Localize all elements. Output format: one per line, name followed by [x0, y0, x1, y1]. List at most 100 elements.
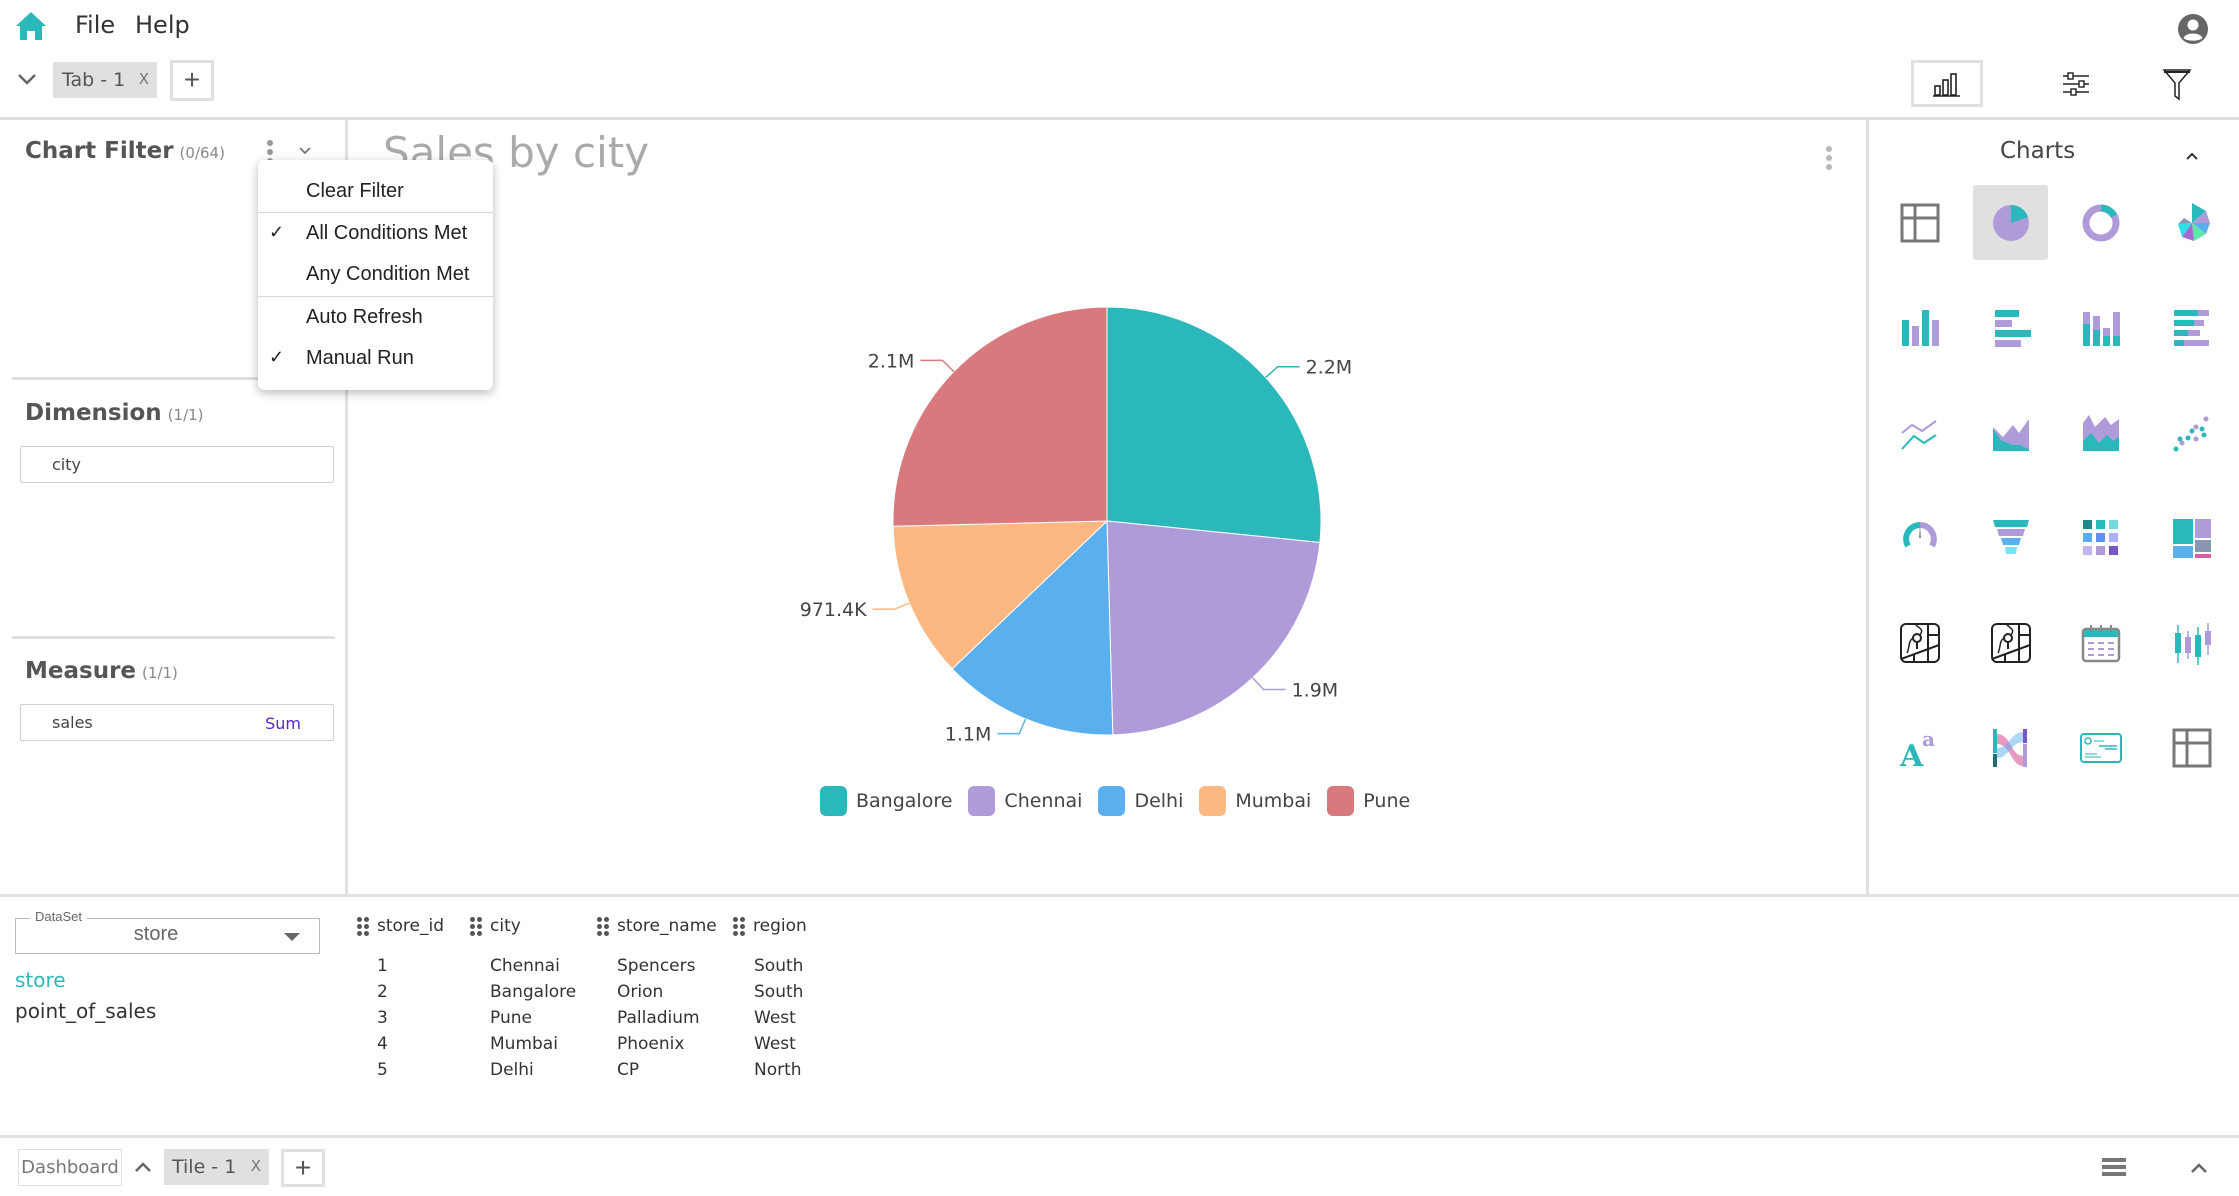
chart-type-card[interactable]: [2063, 710, 2138, 785]
dataset-table-store[interactable]: store: [15, 968, 66, 992]
pie-slice-pune[interactable]: [892, 306, 1108, 527]
chart-type-stacked-bar[interactable]: [2063, 290, 2138, 365]
charts-collapse-chevron-icon[interactable]: [2185, 148, 2199, 166]
chart-filter-title: Chart Filter (0/64): [25, 138, 225, 164]
candlestick-chart-icon: [2174, 622, 2211, 665]
user-avatar-icon[interactable]: [2177, 13, 2209, 45]
chart-type-stacked-area[interactable]: [2063, 395, 2138, 470]
pie-data-label: 2.2M: [1306, 357, 1353, 379]
chart-type-calendar[interactable]: [2063, 605, 2138, 680]
tab-close-button[interactable]: X: [139, 70, 149, 88]
legend-item-mumbai[interactable]: Mumbai: [1199, 786, 1311, 816]
menu-help[interactable]: Help: [135, 11, 190, 39]
dimension-measure-divider: [12, 636, 335, 639]
chart-type-candlestick[interactable]: [2154, 605, 2229, 680]
table-cell: 4: [377, 1034, 388, 1054]
legend-item-pune[interactable]: Pune: [1327, 786, 1410, 816]
menu-item-auto-refresh[interactable]: Auto Refresh: [258, 298, 493, 338]
map-bubble-chart-icon: [1990, 622, 2031, 663]
pie-slice-bangalore[interactable]: [1106, 306, 1322, 543]
chart-type-donut[interactable]: [2063, 185, 2138, 260]
chart-type-heatmap[interactable]: [2063, 500, 2138, 575]
drag-handle-icon[interactable]: [357, 916, 369, 936]
svg-text:A: A: [1899, 739, 1924, 770]
filter-collapse-chevron-icon[interactable]: [298, 143, 312, 161]
chart-type-pivot-table[interactable]: [2154, 710, 2229, 785]
dashboard-button[interactable]: Dashboard: [18, 1149, 122, 1186]
table-cell: North: [754, 1060, 802, 1080]
aggregation-selector[interactable]: Sum: [265, 714, 301, 733]
add-tile-button[interactable]: +: [281, 1149, 325, 1187]
pie-slice-chennai[interactable]: [1106, 520, 1321, 736]
menu-lines-icon[interactable]: [2102, 1157, 2126, 1182]
pie-leader-line: [1252, 677, 1286, 691]
settings-button[interactable]: [2040, 60, 2112, 107]
sliders-icon: [2063, 71, 2089, 96]
chart-more-icon[interactable]: [1826, 146, 1834, 173]
chart-type-treemap[interactable]: [2154, 500, 2229, 575]
column-header-region[interactable]: region: [733, 916, 807, 936]
chart-type-horizontal-bar[interactable]: [1973, 290, 2048, 365]
legend-item-delhi[interactable]: Delhi: [1098, 786, 1183, 816]
chart-type-scatter[interactable]: [2154, 395, 2229, 470]
tile-1[interactable]: Tile - 1 X: [164, 1149, 269, 1185]
menu-item-any-condition-met[interactable]: Any Condition Met: [258, 255, 493, 295]
calendar-chart-icon: [2081, 624, 2120, 662]
horizontal-bar-chart-icon: [1994, 309, 2031, 347]
donut-chart-icon: [2082, 204, 2119, 241]
menu-divider: [258, 212, 493, 213]
chart-view-button[interactable]: [1911, 60, 1983, 107]
footer-chevron-up-icon[interactable]: [2190, 1161, 2208, 1179]
chart-type-text[interactable]: Aa: [1882, 710, 1957, 785]
header-divider: [0, 117, 2239, 120]
tab-1[interactable]: Tab - 1 X: [53, 62, 157, 98]
legend-item-bangalore[interactable]: Bangalore: [820, 786, 952, 816]
home-icon[interactable]: [14, 10, 48, 42]
column-label: region: [753, 916, 807, 936]
chart-type-sankey[interactable]: [1973, 710, 2048, 785]
filter-button[interactable]: [2141, 60, 2213, 107]
chart-type-horizontal-stacked-bar[interactable]: [2154, 290, 2229, 365]
chart-type-pie[interactable]: [1973, 185, 2048, 260]
column-header-store-name[interactable]: store_name: [597, 916, 717, 936]
dataset-table-point-of-sales[interactable]: point_of_sales: [15, 999, 156, 1023]
column-label: store_name: [617, 916, 717, 936]
chart-type-bar[interactable]: [1882, 290, 1957, 365]
chart-type-line[interactable]: [1882, 395, 1957, 470]
tile-label: Tile - 1: [172, 1156, 237, 1178]
tile-close-button[interactable]: X: [251, 1157, 261, 1175]
menu-item-label: Any Condition Met: [306, 263, 470, 285]
chart-type-table[interactable]: [1882, 185, 1957, 260]
legend-item-chennai[interactable]: Chennai: [968, 786, 1082, 816]
dimension-field-city[interactable]: city: [20, 446, 334, 483]
chevron-down-icon[interactable]: [16, 70, 38, 88]
menu-item-clear-filter[interactable]: Clear Filter: [258, 172, 493, 212]
chart-type-map[interactable]: [1882, 605, 1957, 680]
column-header-city[interactable]: city: [470, 916, 521, 936]
chart-type-map-bubble[interactable]: [1973, 605, 2048, 680]
stacked-bar-chart-icon: [2082, 311, 2120, 346]
menu-item-manual-run[interactable]: ✓ Manual Run: [258, 339, 493, 379]
dropdown-arrow-icon: [284, 933, 300, 941]
table-cell: Phoenix: [617, 1034, 685, 1054]
chevron-up-icon[interactable]: [134, 1160, 152, 1178]
drag-handle-icon[interactable]: [733, 916, 745, 936]
add-tab-button[interactable]: +: [170, 60, 214, 101]
table-cell: 5: [377, 1060, 388, 1080]
column-header-store-id[interactable]: store_id: [357, 916, 444, 936]
pie-data-label: 971.4K: [800, 599, 867, 621]
table-cell: Orion: [617, 982, 664, 1002]
chart-type-rose[interactable]: [2154, 185, 2229, 260]
table-cell: Palladium: [617, 1008, 700, 1028]
drag-handle-icon[interactable]: [597, 916, 609, 936]
menu-file[interactable]: File: [75, 11, 115, 39]
drag-handle-icon[interactable]: [470, 916, 482, 936]
chart-type-funnel[interactable]: [1973, 500, 2048, 575]
chart-filter-count: (0/64): [179, 144, 225, 162]
chart-type-gauge[interactable]: [1882, 500, 1957, 575]
chart-type-area[interactable]: [1973, 395, 2048, 470]
column-label: city: [490, 916, 521, 936]
menu-item-all-conditions-met[interactable]: ✓ All Conditions Met: [258, 214, 493, 254]
area-chart-icon: [1992, 418, 2029, 451]
measure-field-sales[interactable]: sales Sum: [20, 704, 334, 741]
